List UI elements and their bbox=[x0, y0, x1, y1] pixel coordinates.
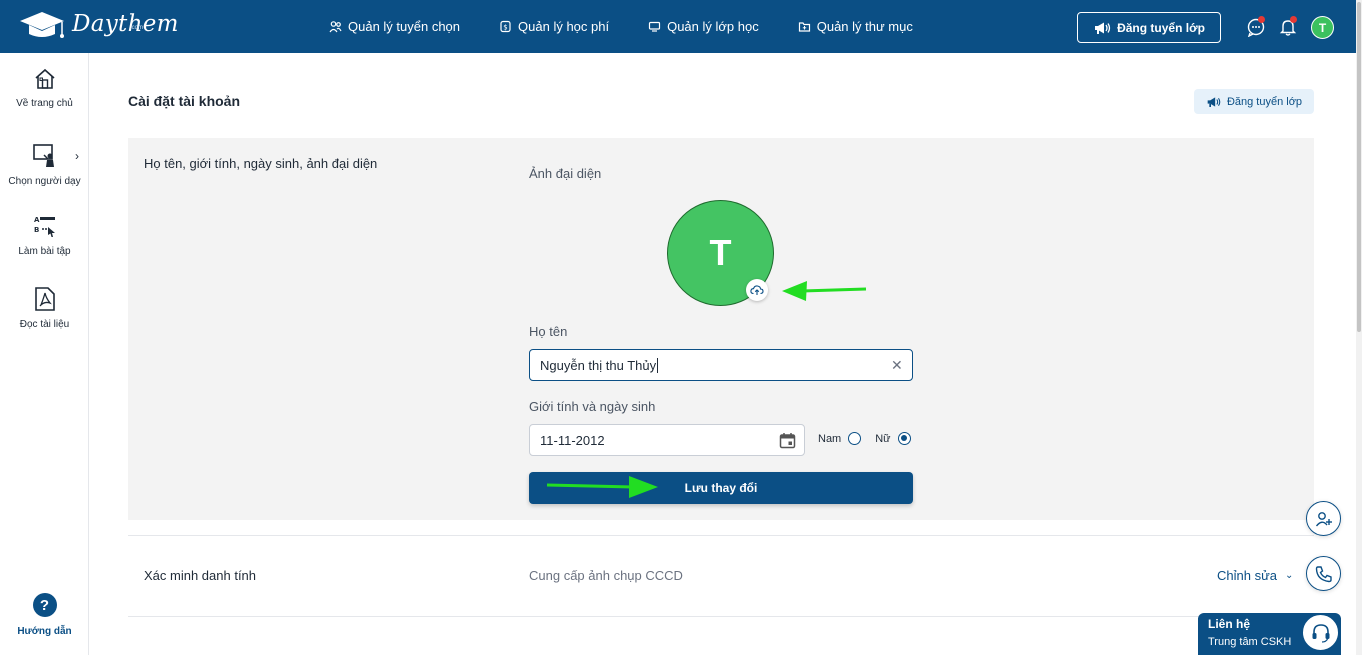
birthdate-value: 11-11-2012 bbox=[540, 432, 605, 448]
identity-edit-label: Chỉnh sửa bbox=[1217, 568, 1278, 583]
identity-section-label: Xác minh danh tính bbox=[144, 568, 257, 583]
exercise-icon: AB bbox=[34, 216, 55, 237]
sidebar-item-label: Về trang chủ bbox=[16, 98, 73, 109]
pdf-document-icon bbox=[34, 287, 55, 311]
left-sidebar: Về trang chủ Chọn người dạy › AB Làm bài… bbox=[0, 53, 89, 655]
birthdate-input[interactable]: 11-11-2012 bbox=[529, 424, 805, 456]
svg-text:$: $ bbox=[503, 24, 507, 32]
sidebar-item-documents[interactable]: Đọc tài liệu bbox=[0, 286, 89, 330]
scrollbar-thumb[interactable] bbox=[1357, 2, 1361, 332]
contact-subtitle: Trung tâm CSKH bbox=[1208, 636, 1292, 648]
people-icon bbox=[329, 21, 342, 33]
help-label: Hướng dẫn bbox=[17, 626, 72, 637]
user-plus-icon bbox=[1315, 511, 1332, 526]
nav-item-label: Quản lý tuyển chọn bbox=[348, 19, 461, 34]
brand-suffix: .com bbox=[130, 25, 144, 31]
annotation-arrow-avatar bbox=[782, 281, 867, 301]
teacher-icon bbox=[32, 144, 54, 167]
fee-icon: $ bbox=[500, 20, 511, 33]
page-scrollbar[interactable] bbox=[1356, 0, 1362, 655]
top-navigation-bar: Daythem .com Quản lý tuyển chọn $ Quản l… bbox=[0, 0, 1356, 53]
headset-icon bbox=[1302, 614, 1339, 651]
add-contact-button[interactable] bbox=[1306, 501, 1341, 536]
sidebar-item-label: Chọn người dạy bbox=[8, 176, 81, 187]
post-class-secondary-button[interactable]: Đăng tuyển lớp bbox=[1194, 89, 1314, 114]
nav-item-folders[interactable]: Quản lý thư mục bbox=[798, 19, 913, 34]
full-name-input[interactable]: Nguyễn thị thu Thủy bbox=[529, 349, 913, 381]
identity-edit-link[interactable]: Chỉnh sửa ⌄ bbox=[1217, 568, 1293, 583]
sidebar-item-home[interactable]: Về trang chủ bbox=[0, 67, 89, 109]
notification-dot bbox=[1290, 16, 1297, 23]
annotation-arrow-save bbox=[546, 476, 658, 498]
chevron-down-icon: ⌄ bbox=[1285, 570, 1294, 581]
nav-item-classes[interactable]: Quản lý lớp học bbox=[648, 19, 759, 34]
clear-name-icon[interactable]: ✕ bbox=[891, 357, 903, 374]
customer-support-widget[interactable]: Liên hệ Trung tâm CSKH bbox=[1198, 613, 1341, 655]
nav-item-label: Quản lý thư mục bbox=[816, 19, 913, 34]
folder-icon bbox=[798, 22, 810, 32]
graduation-cap-icon bbox=[20, 12, 64, 38]
sidebar-item-label: Làm bài tập bbox=[18, 246, 71, 257]
help-icon: ? bbox=[32, 593, 57, 617]
gender-female-radio[interactable] bbox=[897, 432, 911, 445]
name-label: Họ tên bbox=[529, 324, 568, 339]
section-divider bbox=[128, 616, 1314, 617]
gender-male-label: Nam bbox=[818, 432, 842, 445]
brand-name: Daythem bbox=[72, 11, 179, 37]
classroom-icon bbox=[648, 21, 661, 32]
gender-radio-group: Nam Nữ bbox=[818, 432, 925, 445]
avatar-upload-button[interactable] bbox=[746, 279, 768, 301]
save-changes-label: Lưu thay đổi bbox=[684, 481, 758, 495]
help-guide[interactable]: ? Hướng dẫn bbox=[0, 593, 89, 637]
chevron-right-icon[interactable]: › bbox=[75, 149, 79, 163]
sidebar-item-exercises[interactable]: AB Làm bài tập bbox=[0, 213, 89, 257]
section-divider bbox=[128, 535, 1314, 536]
phone-icon bbox=[1315, 565, 1332, 582]
svg-text:A: A bbox=[34, 216, 40, 224]
nav-item-tuition[interactable]: $ Quản lý học phí bbox=[499, 19, 609, 34]
call-button[interactable] bbox=[1306, 556, 1341, 591]
nav-item-label: Quản lý học phí bbox=[518, 19, 610, 34]
text-cursor bbox=[657, 357, 659, 373]
post-class-button[interactable]: Đăng tuyển lớp bbox=[1077, 12, 1221, 43]
megaphone-icon bbox=[1207, 96, 1221, 107]
main-nav: Quản lý tuyển chọn $ Quản lý học phí Quả… bbox=[329, 0, 952, 53]
page-title: Cài đặt tài khoản bbox=[128, 93, 241, 109]
calendar-icon[interactable] bbox=[779, 432, 796, 449]
gender-male-radio[interactable] bbox=[848, 432, 862, 445]
cloud-upload-icon bbox=[750, 285, 764, 295]
user-avatar[interactable]: T bbox=[1311, 16, 1334, 39]
avatar-label: Ảnh đại diện bbox=[529, 166, 602, 181]
sidebar-item-label: Đọc tài liệu bbox=[19, 319, 70, 330]
gender-female-label: Nữ bbox=[875, 432, 891, 445]
nav-item-label: Quản lý lớp học bbox=[667, 19, 759, 34]
megaphone-icon bbox=[1095, 22, 1111, 34]
post-class-secondary-label: Đăng tuyển lớp bbox=[1226, 95, 1303, 108]
brand-logo[interactable]: Daythem bbox=[18, 9, 179, 41]
nav-item-recruitment[interactable]: Quản lý tuyển chọn bbox=[329, 19, 460, 34]
profile-settings-panel bbox=[128, 138, 1314, 520]
gender-dob-label: Giới tính và ngày sinh bbox=[529, 399, 656, 414]
home-icon bbox=[34, 68, 55, 89]
svg-text:B: B bbox=[34, 226, 39, 234]
identity-section-description: Cung cấp ảnh chụp CCCD bbox=[529, 568, 683, 583]
full-name-value: Nguyễn thị thu Thủy bbox=[540, 357, 657, 373]
chat-unread-dot bbox=[1258, 16, 1265, 23]
profile-section-label: Họ tên, giới tính, ngày sinh, ảnh đại di… bbox=[144, 156, 378, 171]
post-class-label: Đăng tuyển lớp bbox=[1117, 20, 1205, 35]
contact-title: Liên hệ bbox=[1208, 617, 1251, 631]
